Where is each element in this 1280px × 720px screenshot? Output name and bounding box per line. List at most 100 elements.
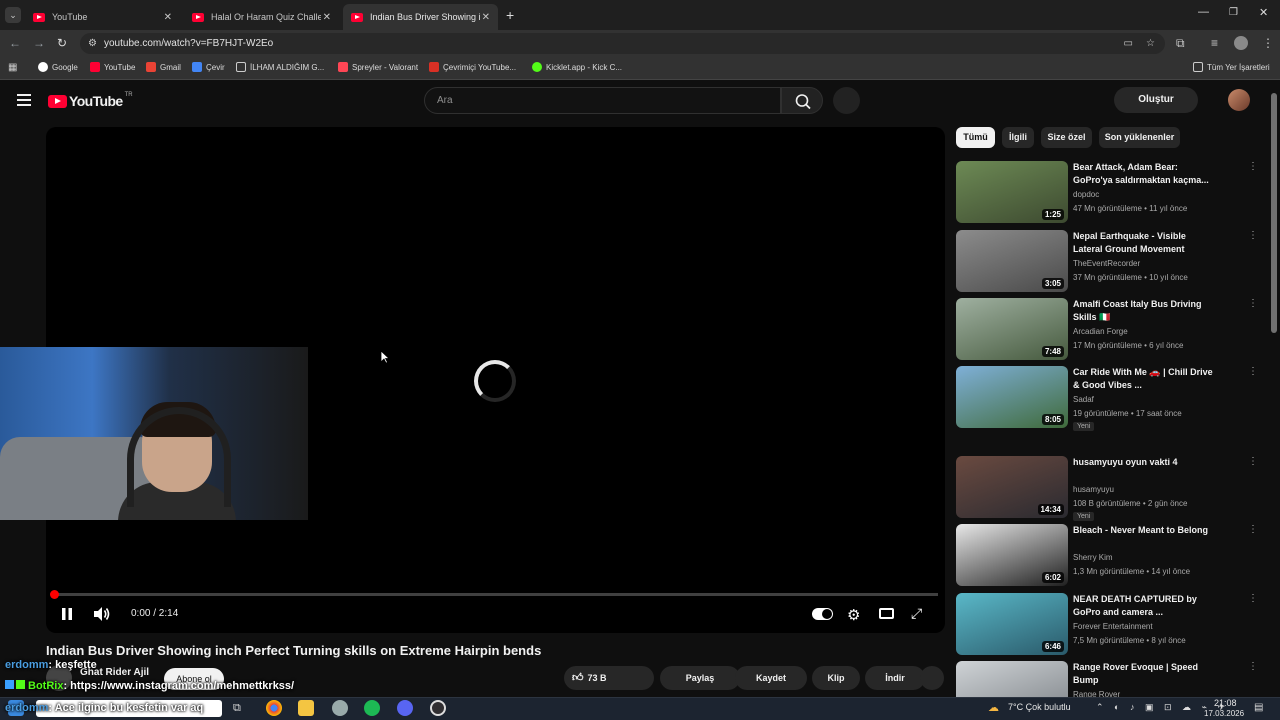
recommendation-item[interactable]: 8:05 Car Ride With Me 🚗 | Chill Drive & G… bbox=[956, 366, 1258, 431]
volume-button[interactable] bbox=[93, 606, 111, 622]
close-window-button[interactable]: ✕ bbox=[1259, 6, 1268, 19]
more-options-icon[interactable]: ⋮ bbox=[1248, 161, 1258, 172]
site-info-icon[interactable]: ⚙ bbox=[88, 33, 97, 54]
all-bookmarks[interactable]: Tüm Yer İşaretleri bbox=[1193, 62, 1270, 72]
menu-kebab-icon[interactable]: ⋮ bbox=[1262, 36, 1274, 50]
more-options-icon[interactable]: ⋮ bbox=[1248, 298, 1258, 309]
progress-scrubber[interactable] bbox=[50, 590, 59, 599]
video-thumbnail[interactable]: 7:48 bbox=[956, 298, 1068, 360]
bookmark-star-icon[interactable]: ☆ bbox=[1146, 33, 1155, 54]
video-title[interactable]: Bleach - Never Meant to Belong bbox=[1073, 524, 1213, 537]
close-tab-icon[interactable]: ✕ bbox=[323, 12, 331, 23]
recommendation-item[interactable]: 6:02 Bleach - Never Meant to Belong Sherry… bbox=[956, 524, 1258, 586]
recommendation-item[interactable]: 14:34 husamyuyu oyun vakti 4 husamyuyu 108 … bbox=[956, 456, 1258, 521]
cast-icon[interactable]: ▭ bbox=[1124, 33, 1133, 54]
close-tab-icon[interactable]: ✕ bbox=[164, 12, 172, 23]
minimize-window-button[interactable]: — bbox=[1198, 6, 1209, 18]
like-button[interactable]: 👍︎ 73 B bbox=[564, 666, 654, 690]
video-thumbnail[interactable] bbox=[956, 661, 1068, 697]
browser-tab-quiz[interactable]: Halal Or Haram Quiz Challenge ✕ bbox=[184, 4, 339, 30]
theater-mode-icon[interactable] bbox=[879, 608, 894, 619]
recommendation-item[interactable]: 3:05 Nepal Earthquake - Visible Lateral G… bbox=[956, 230, 1258, 292]
fullscreen-icon[interactable]: ⤢ bbox=[911, 605, 922, 622]
channel-name[interactable]: Forever Entertainment bbox=[1073, 622, 1153, 631]
media-icon[interactable]: ≡ bbox=[1211, 36, 1218, 50]
recommendation-item[interactable]: 6:46 NEAR DEATH CAPTURED by GoPro and cam… bbox=[956, 593, 1258, 655]
video-thumbnail[interactable]: 6:02 bbox=[956, 524, 1068, 586]
hamburger-menu-icon[interactable] bbox=[17, 94, 31, 106]
app-icon[interactable] bbox=[332, 700, 348, 716]
page-scrollbar[interactable] bbox=[1271, 93, 1277, 333]
share-button[interactable]: Paylaş bbox=[660, 666, 740, 690]
channel-name[interactable]: Arcadian Forge bbox=[1073, 327, 1128, 336]
more-options-icon[interactable]: ⋮ bbox=[1248, 524, 1258, 535]
recommendation-item[interactable]: 7:48 Amalfi Coast Italy Bus Driving Skill… bbox=[956, 298, 1258, 360]
more-actions-button[interactable] bbox=[920, 666, 944, 690]
chrome-icon[interactable] bbox=[266, 700, 282, 716]
account-avatar[interactable] bbox=[1228, 89, 1250, 111]
bookmark-kicklet[interactable]: Kicklet.app - Kick C... bbox=[532, 62, 622, 72]
download-button[interactable]: İndir bbox=[865, 666, 925, 690]
video-thumbnail[interactable]: 14:34 bbox=[956, 456, 1068, 518]
create-button[interactable]: Oluştur bbox=[1114, 87, 1198, 113]
bookmark-google[interactable]: Google bbox=[38, 62, 78, 72]
bookmark-folder-ilham[interactable]: İLHAM ALDIĞIM G... bbox=[236, 62, 324, 72]
discord-icon[interactable] bbox=[397, 700, 413, 716]
save-button[interactable]: Kaydet bbox=[735, 666, 807, 690]
new-tab-button[interactable]: + bbox=[506, 7, 514, 23]
video-title[interactable]: Bear Attack, Adam Bear: GoPro'ya saldırm… bbox=[1073, 161, 1213, 187]
video-title[interactable]: NEAR DEATH CAPTURED by GoPro and camera … bbox=[1073, 593, 1213, 619]
search-button[interactable] bbox=[781, 87, 823, 114]
youtube-logo[interactable]: YouTube TR bbox=[48, 92, 133, 109]
reload-icon[interactable]: ↻ bbox=[57, 36, 67, 50]
video-title[interactable]: husamyuyu oyun vakti 4 bbox=[1073, 456, 1213, 469]
video-thumbnail[interactable]: 8:05 bbox=[956, 366, 1068, 428]
chip-related[interactable]: İlgili bbox=[1002, 127, 1034, 148]
tab-search-button[interactable]: ⌄ bbox=[5, 7, 21, 23]
more-options-icon[interactable]: ⋮ bbox=[1248, 366, 1258, 377]
video-title[interactable]: Car Ride With Me 🚗 | Chill Drive & Good … bbox=[1073, 366, 1213, 392]
more-options-icon[interactable]: ⋮ bbox=[1248, 456, 1258, 467]
clock-time[interactable]: 21:08 bbox=[1214, 698, 1237, 708]
bookmark-valorant[interactable]: Spreyler - Valorant bbox=[338, 62, 418, 72]
channel-name[interactable]: Sadaf bbox=[1073, 395, 1094, 404]
weather-text[interactable]: 7°C Çok bulutlu bbox=[1008, 702, 1071, 712]
recommendation-item[interactable]: 1:25 Bear Attack, Adam Bear: GoPro'ya sal… bbox=[956, 161, 1258, 223]
channel-name[interactable]: Sherry Kim bbox=[1073, 553, 1113, 562]
voice-search-button[interactable] bbox=[833, 87, 860, 114]
bookmark-youtube-online[interactable]: Çevrimiçi YouTube... bbox=[429, 62, 516, 72]
video-title[interactable]: Nepal Earthquake - Visible Lateral Groun… bbox=[1073, 230, 1213, 256]
recommendation-item[interactable]: Range Rover Evoque | Speed Bump Range Rov… bbox=[956, 661, 1256, 697]
clip-button[interactable]: Klip bbox=[812, 666, 860, 690]
channel-name[interactable]: Range Rover bbox=[1073, 690, 1120, 697]
video-thumbnail[interactable]: 1:25 bbox=[956, 161, 1068, 223]
bookmark-youtube[interactable]: YouTube bbox=[90, 62, 135, 72]
bookmark-gmail[interactable]: Gmail bbox=[146, 62, 181, 72]
task-view-icon[interactable]: ⧉ bbox=[233, 702, 241, 715]
search-input[interactable]: Ara bbox=[424, 87, 781, 114]
browser-tab-youtube[interactable]: YouTube ✕ bbox=[25, 4, 180, 30]
more-options-icon[interactable]: ⋮ bbox=[1248, 593, 1258, 604]
browser-tab-active[interactable]: Indian Bus Driver Showing inch ✕ bbox=[343, 4, 498, 30]
back-icon[interactable]: ← bbox=[9, 36, 21, 50]
file-explorer-icon[interactable] bbox=[298, 700, 314, 716]
video-thumbnail[interactable]: 6:46 bbox=[956, 593, 1068, 655]
autoplay-toggle[interactable] bbox=[812, 608, 833, 620]
progress-bar[interactable] bbox=[54, 593, 938, 596]
channel-name[interactable]: dopdoc bbox=[1073, 190, 1099, 199]
pause-button[interactable] bbox=[61, 607, 73, 621]
more-options-icon[interactable]: ⋮ bbox=[1248, 661, 1256, 672]
video-title[interactable]: Amalfi Coast Italy Bus Driving Skills 🇮🇹 bbox=[1073, 298, 1213, 324]
chip-for-you[interactable]: Size özel bbox=[1041, 127, 1092, 148]
spotify-icon[interactable] bbox=[364, 700, 380, 716]
extensions-icon[interactable]: ⧉ bbox=[1176, 36, 1185, 51]
profile-icon[interactable] bbox=[1234, 36, 1248, 50]
address-bar[interactable]: ⚙ youtube.com/watch?v=FB7HJT-W2Eo ▭ ☆ bbox=[80, 33, 1165, 54]
more-options-icon[interactable]: ⋮ bbox=[1248, 230, 1258, 241]
forward-icon[interactable]: → bbox=[33, 36, 45, 50]
video-thumbnail[interactable]: 3:05 bbox=[956, 230, 1068, 292]
clock-date[interactable]: 17.03.2026 bbox=[1204, 709, 1244, 718]
obs-icon[interactable] bbox=[430, 700, 446, 716]
apps-grid-icon[interactable]: ▦ bbox=[8, 62, 17, 73]
close-tab-icon[interactable]: ✕ bbox=[482, 12, 490, 23]
